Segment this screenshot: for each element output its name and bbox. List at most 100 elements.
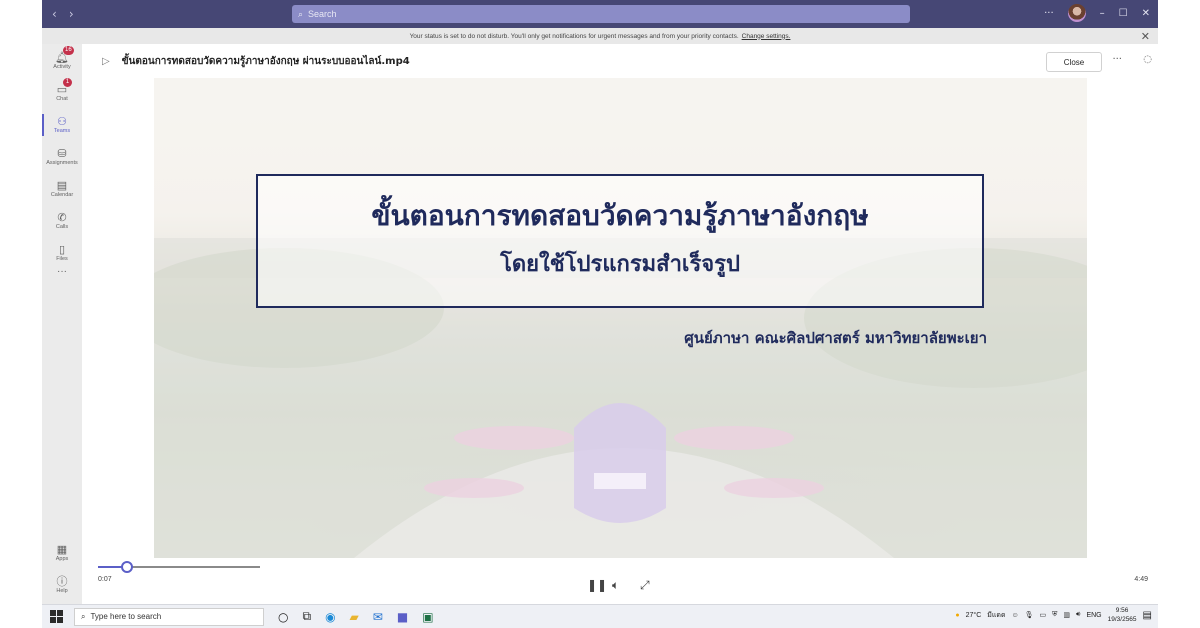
media-viewer: ▷ ขั้นตอนการทดสอบวัดความรู้ภาษาอังกฤษ ผ่… bbox=[82, 44, 1158, 604]
windows-start-icon[interactable] bbox=[50, 609, 64, 624]
taskbar-search[interactable]: ⌕ Type here to search bbox=[74, 607, 264, 626]
rail-item-files[interactable]: ▯ Files bbox=[42, 244, 82, 262]
rail-label: Assignments bbox=[46, 160, 78, 166]
overlay-haze bbox=[154, 78, 1087, 558]
notifications-icon[interactable]: ▤ bbox=[1143, 610, 1152, 621]
duration: 4:49 bbox=[1134, 576, 1148, 583]
window-controls: ··· – ☐ ✕ bbox=[1044, 4, 1150, 22]
excel-icon[interactable]: ▣ bbox=[422, 610, 433, 624]
rail-label: Help bbox=[56, 588, 68, 594]
rail-item-chat[interactable]: ▭ 1 Chat bbox=[42, 78, 82, 102]
clock-date: 19/3/2565 bbox=[1107, 616, 1137, 623]
rail-item-help[interactable]: ⓘ Help bbox=[42, 576, 82, 594]
clock-time: 9:56 bbox=[1115, 607, 1129, 614]
chat-icon: ▭ bbox=[56, 84, 68, 96]
rail-item-calls[interactable]: ✆ Calls bbox=[42, 212, 82, 230]
file-name: ขั้นตอนการทดสอบวัดความรู้ภาษาอังกฤษ ผ่าน… bbox=[121, 55, 410, 67]
microphone-icon[interactable]: 🎙︎ bbox=[1025, 611, 1034, 619]
pause-icon[interactable]: ❚❚ bbox=[587, 578, 607, 592]
file-icon: ▯ bbox=[58, 244, 66, 256]
slide-organization: ศูนย์ภาษา คณะศิลปศาสตร์ มหาวิทยาลัยพะเยา bbox=[684, 329, 987, 347]
file-header: ▷ ขั้นตอนการทดสอบวัดความรู้ภาษาอังกฤษ ผ่… bbox=[82, 44, 1158, 78]
rail-label: Chat bbox=[56, 96, 68, 102]
clock[interactable]: 9:56 19/3/2565 bbox=[1108, 606, 1137, 624]
left-margin bbox=[0, 0, 42, 628]
edge-icon[interactable]: ◉ bbox=[325, 610, 335, 624]
slide-title: ขั้นตอนการทดสอบวัดความรู้ภาษาอังกฤษ bbox=[371, 199, 869, 232]
video-file-icon: ▷ bbox=[102, 55, 110, 67]
video-player[interactable]: ขั้นตอนการทดสอบวัดความรู้ภาษาอังกฤษ โดยใ… bbox=[154, 78, 1087, 558]
search-box[interactable]: ⌕ Search bbox=[292, 5, 910, 23]
rail-item-apps[interactable]: ▦ Apps bbox=[42, 544, 82, 562]
seek-thumb[interactable] bbox=[120, 561, 133, 573]
close-icon[interactable]: ✕ bbox=[1141, 30, 1150, 43]
more-options-icon[interactable]: ··· bbox=[1044, 8, 1054, 19]
close-viewer-button[interactable]: Close bbox=[1046, 52, 1102, 72]
avatar[interactable] bbox=[1067, 4, 1086, 22]
calendar-icon: ▤ bbox=[56, 180, 68, 192]
weather-temp[interactable]: 27°C bbox=[966, 612, 982, 619]
speaker-icon[interactable]: 🔊︎ bbox=[1076, 611, 1080, 619]
rail-label: Teams bbox=[53, 128, 71, 134]
rail-label: Calls bbox=[55, 224, 69, 230]
assignments-icon: ⛁ bbox=[57, 148, 67, 160]
notice-text: Your status is set to do not disturb. Yo… bbox=[409, 32, 739, 40]
forward-arrow-icon[interactable]: › bbox=[69, 7, 74, 21]
network-icon[interactable]: ▥ bbox=[1063, 611, 1070, 619]
close-window-icon[interactable]: ✕ bbox=[1142, 8, 1150, 19]
current-time: 0:07 bbox=[98, 576, 112, 583]
rail-label: Calendar bbox=[50, 192, 74, 198]
language-indicator[interactable]: ENG bbox=[1086, 612, 1101, 619]
rail-item-more[interactable]: ··· bbox=[42, 266, 82, 277]
activity-badge: 16 bbox=[63, 46, 74, 55]
nav-arrows: ‹ › bbox=[52, 7, 74, 21]
seek-bar[interactable] bbox=[98, 561, 260, 573]
rail-label: Activity bbox=[53, 64, 71, 70]
bell-icon: 🔔︎ bbox=[55, 52, 69, 64]
cortana-icon[interactable]: ○ bbox=[278, 610, 288, 624]
security-icon[interactable]: ⛨ bbox=[1052, 611, 1057, 619]
teams-icon: ⚇ bbox=[57, 116, 67, 128]
rail-item-activity[interactable]: 🔔︎ 16 Activity bbox=[42, 46, 82, 70]
screen: ‹ › ⌕ Search ··· – ☐ ✕ Your status is se… bbox=[0, 0, 1200, 628]
back-arrow-icon[interactable]: ‹ bbox=[52, 7, 57, 21]
more-options-icon[interactable]: ··· bbox=[1112, 54, 1122, 65]
task-view-icon[interactable]: ⧉ bbox=[302, 609, 311, 624]
phone-icon: ✆ bbox=[57, 212, 67, 224]
rail-item-teams[interactable]: ⚇ Teams bbox=[42, 114, 82, 136]
minimize-icon[interactable]: – bbox=[1100, 8, 1105, 19]
rail-item-assignments[interactable]: ⛁ Assignments bbox=[42, 148, 82, 166]
search-icon: ⌕ bbox=[298, 8, 304, 19]
windows-taskbar: ⌕ Type here to search ○ ⧉ ◉ ▰ ✉ ■ ▣ ● 27… bbox=[42, 604, 1158, 628]
teams-taskbar-icon[interactable]: ■ bbox=[397, 610, 408, 624]
rail-label: Apps bbox=[55, 556, 69, 562]
rail-label: Files bbox=[56, 256, 68, 262]
search-placeholder: Search bbox=[308, 9, 337, 19]
more-apps-icon: ··· bbox=[57, 266, 67, 277]
title-slide-box: ขั้นตอนการทดสอบวัดความรู้ภาษาอังกฤษ โดยใ… bbox=[256, 174, 984, 308]
volume-icon[interactable]: 🔈︎ bbox=[612, 578, 619, 593]
apps-grid-icon: ▦ bbox=[56, 544, 68, 556]
mail-icon[interactable]: ✉ bbox=[373, 610, 383, 624]
taskbar-apps: ○ ⧉ ◉ ▰ ✉ ■ ▣ bbox=[278, 609, 434, 624]
maximize-icon[interactable]: ☐ bbox=[1119, 8, 1128, 19]
screen-icon[interactable]: ▭ bbox=[1040, 611, 1047, 619]
conversation-icon[interactable]: ◌ bbox=[1143, 54, 1152, 65]
system-tray: ● 27°C มีแดด ☺ 🎙︎ ▭ ⛨ ▥ 🔊︎ ENG 9:56 19/3… bbox=[955, 606, 1152, 624]
fullscreen-icon[interactable]: ⤢ bbox=[640, 578, 650, 593]
app-rail: 🔔︎ 16 Activity ▭ 1 Chat ⚇ Teams ⛁ Assign… bbox=[42, 44, 82, 604]
slide-subtitle: โดยใช้โปรแกรมสำเร็จรูป bbox=[500, 252, 740, 277]
people-icon[interactable]: ☺ bbox=[1011, 612, 1018, 619]
change-settings-link[interactable]: Change settings. bbox=[742, 33, 791, 40]
dnd-notice-bar: Your status is set to do not disturb. Yo… bbox=[42, 28, 1158, 44]
chat-badge: 1 bbox=[63, 78, 72, 87]
rail-item-calendar[interactable]: ▤ Calendar bbox=[42, 180, 82, 198]
weather-desc: มีแดด bbox=[987, 611, 1006, 619]
taskbar-search-placeholder: Type here to search bbox=[90, 612, 162, 621]
file-explorer-icon[interactable]: ▰ bbox=[350, 610, 359, 624]
right-margin bbox=[1158, 0, 1200, 628]
weather-icon: ● bbox=[955, 611, 960, 619]
help-icon: ⓘ bbox=[56, 576, 68, 588]
search-icon: ⌕ bbox=[81, 611, 86, 621]
teams-titlebar: ‹ › ⌕ Search ··· – ☐ ✕ bbox=[42, 0, 1158, 28]
